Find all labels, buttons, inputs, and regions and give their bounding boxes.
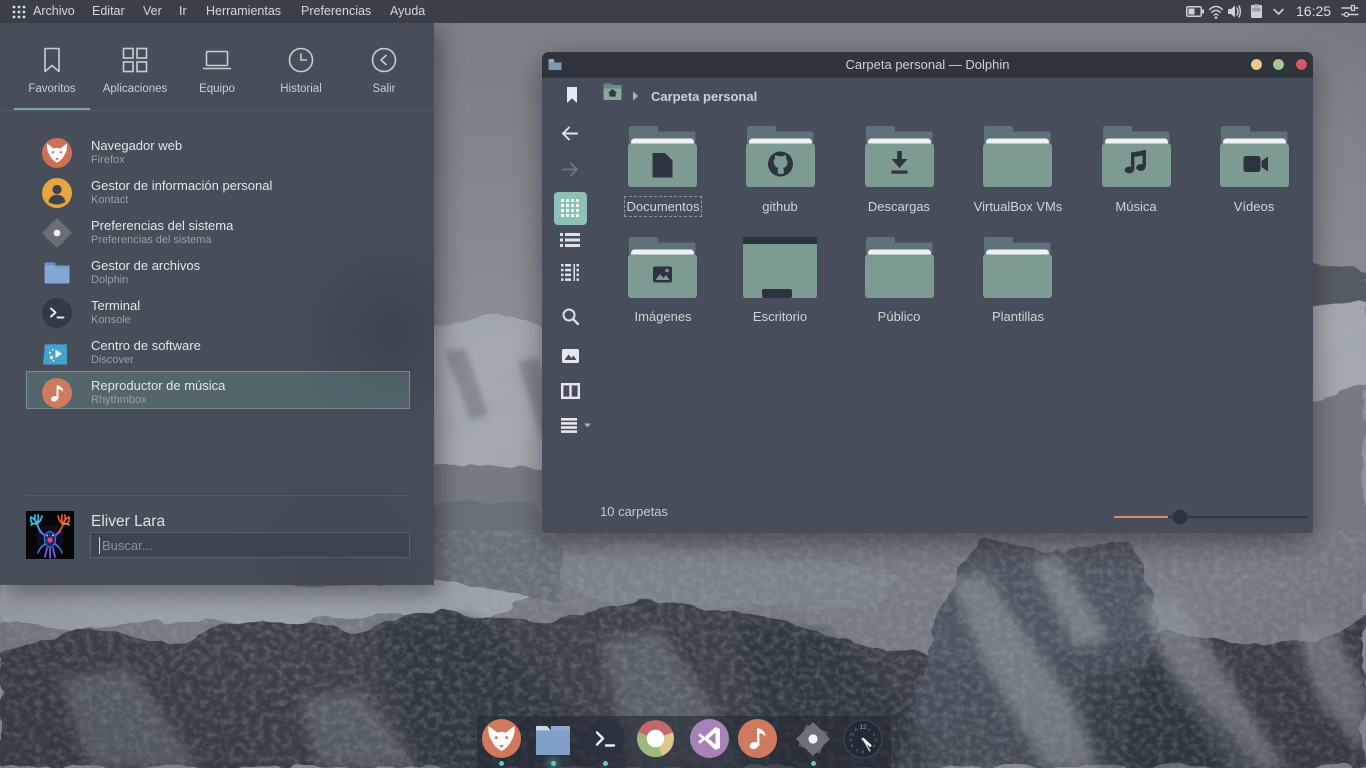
svg-text:12: 12 — [859, 724, 867, 731]
svg-text:10: 10 — [850, 732, 855, 737]
